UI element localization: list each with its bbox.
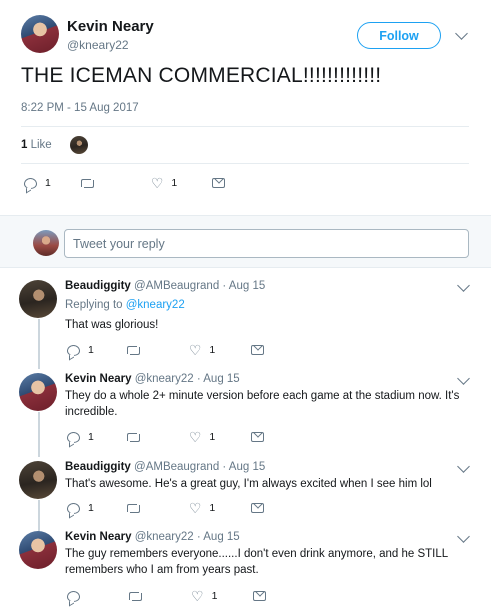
direct-message-action[interactable] xyxy=(212,178,226,188)
chevron-down-icon[interactable] xyxy=(457,372,470,385)
direct-message-action[interactable] xyxy=(253,591,267,601)
direct-message-icon xyxy=(251,432,265,442)
main-tweet: Kevin Neary @kneary22 Follow THE ICEMAN … xyxy=(0,0,491,215)
direct-message-icon xyxy=(212,178,226,188)
reply-avatar[interactable] xyxy=(19,280,57,318)
reply-actions: 1 ♡ 1 xyxy=(67,501,265,515)
author-handle[interactable]: @kneary22 xyxy=(67,38,129,52)
reply-header: Beaudiggity @AMBeaugrand · Aug 15 xyxy=(65,280,266,292)
author-avatar[interactable] xyxy=(21,15,59,53)
reply-icon xyxy=(67,590,80,602)
direct-message-icon xyxy=(253,591,267,601)
direct-message-action[interactable] xyxy=(251,503,265,513)
user-avatar xyxy=(33,230,59,256)
reply-avatar[interactable] xyxy=(19,531,57,569)
heart-icon: ♡ xyxy=(188,500,202,516)
thread-line xyxy=(38,319,40,369)
reply-icon xyxy=(67,431,80,443)
thread-line xyxy=(38,412,40,457)
reply-avatar[interactable] xyxy=(19,373,57,411)
like-action[interactable]: ♡ 1 xyxy=(189,430,215,444)
retweet-action[interactable] xyxy=(80,178,103,188)
reply-icon xyxy=(24,177,37,189)
retweet-icon xyxy=(126,503,141,513)
thread-line xyxy=(38,500,40,532)
like-action[interactable]: ♡ 1 xyxy=(189,501,215,515)
heart-icon: ♡ xyxy=(191,588,204,604)
heart-icon: ♡ xyxy=(188,429,202,445)
likes-count[interactable]: 1 Like xyxy=(21,139,52,151)
retweet-action[interactable] xyxy=(126,503,141,513)
reply-icon xyxy=(67,502,80,514)
chevron-down-icon[interactable] xyxy=(457,460,470,473)
reply-input[interactable]: Tweet your reply xyxy=(64,229,469,258)
direct-message-icon xyxy=(251,503,265,513)
reply-avatar[interactable] xyxy=(19,461,57,499)
retweet-action[interactable] xyxy=(126,432,141,442)
author-name[interactable]: Kevin Neary xyxy=(67,18,154,35)
direct-message-action[interactable] xyxy=(251,432,265,442)
liker-avatar[interactable] xyxy=(70,136,88,154)
reply-action[interactable]: 1 xyxy=(67,431,94,443)
tweet-text: THE ICEMAN COMMERCIAL!!!!!!!!!!!!! xyxy=(21,64,382,87)
reply-actions: 1 ♡ 1 xyxy=(67,430,265,444)
replying-to: Replying to @kneary22 xyxy=(65,299,185,311)
chevron-down-icon[interactable] xyxy=(457,530,470,543)
reply-header: Beaudiggity @AMBeaugrand · Aug 15 xyxy=(65,461,266,473)
reply-text: They do a whole 2+ minute version before… xyxy=(65,390,460,418)
heart-icon: ♡ xyxy=(150,175,164,191)
reply-text: The guy remembers everyone......I don't … xyxy=(65,548,448,576)
chevron-down-icon[interactable] xyxy=(455,27,468,40)
reply-header: Kevin Neary @kneary22 · Aug 15 xyxy=(65,373,240,385)
divider xyxy=(21,163,469,164)
chevron-down-icon[interactable] xyxy=(457,279,470,292)
reply-action[interactable] xyxy=(67,590,88,602)
reply-action[interactable]: 1 xyxy=(67,502,94,514)
divider xyxy=(21,126,469,127)
retweet-action[interactable] xyxy=(126,345,141,355)
like-action[interactable]: ♡ 1 xyxy=(191,589,217,603)
follow-button[interactable]: Follow xyxy=(357,22,441,49)
tweet-timestamp[interactable]: 8:22 PM - 15 Aug 2017 xyxy=(21,102,139,114)
retweet-icon xyxy=(126,432,141,442)
reply-composer: Tweet your reply xyxy=(0,215,491,268)
reply-header: Kevin Neary @kneary22 · Aug 15 xyxy=(65,531,240,543)
tweet-actions: 1 ♡ 1 xyxy=(24,176,226,190)
reply-actions: 1 ♡ 1 xyxy=(67,343,265,357)
reply-icon xyxy=(67,344,80,356)
reply-text: That was glorious! xyxy=(65,319,159,331)
direct-message-action[interactable] xyxy=(251,345,265,355)
direct-message-icon xyxy=(251,345,265,355)
retweet-icon xyxy=(128,591,143,601)
reply-actions: ♡ 1 xyxy=(67,589,267,603)
retweet-icon xyxy=(80,178,95,188)
reply-text: That's awesome. He's a great guy, I'm al… xyxy=(65,478,432,490)
retweet-action[interactable] xyxy=(128,591,143,601)
like-action[interactable]: ♡ 1 xyxy=(189,343,215,357)
heart-icon: ♡ xyxy=(188,342,202,358)
reply-action[interactable]: 1 xyxy=(67,344,94,356)
retweet-icon xyxy=(126,345,141,355)
reply-action[interactable]: 1 xyxy=(24,177,51,189)
like-action[interactable]: ♡ 1 xyxy=(151,176,177,190)
